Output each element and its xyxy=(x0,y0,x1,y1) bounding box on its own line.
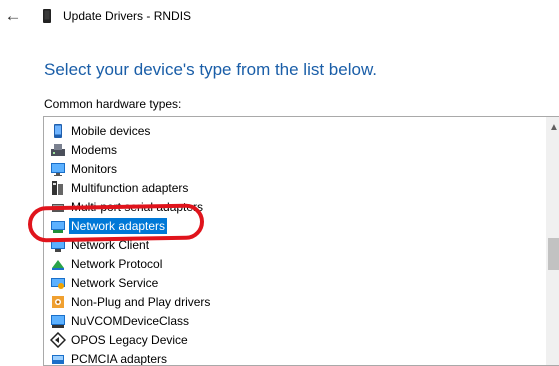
list-item-label: Non-Plug and Play drivers xyxy=(69,294,212,310)
network-client-icon xyxy=(50,237,66,253)
list-item[interactable]: PCMCIA adapters xyxy=(50,349,169,366)
list-item[interactable]: Multi-port serial adapters xyxy=(50,197,205,216)
scroll-up-icon[interactable]: ▲ xyxy=(546,121,559,135)
list-item[interactable]: Network adapters xyxy=(50,216,167,235)
pcmcia-adapter-icon xyxy=(50,351,66,366)
list-item[interactable]: Multifunction adapters xyxy=(50,178,190,197)
list-item[interactable]: Monitors xyxy=(50,159,119,178)
list-item-label: Monitors xyxy=(69,161,119,177)
opos-device-icon xyxy=(50,332,66,348)
list-item-label: Modems xyxy=(69,142,119,158)
device-class-icon xyxy=(50,313,66,329)
list-item[interactable]: Non-Plug and Play drivers xyxy=(50,292,212,311)
list-item-label: Network Protocol xyxy=(69,256,164,272)
list-item-label: PCMCIA adapters xyxy=(69,351,169,366)
modem-icon xyxy=(50,142,66,158)
list-item[interactable]: Modems xyxy=(50,140,119,159)
mobile-device-icon xyxy=(50,123,66,139)
network-service-icon xyxy=(50,275,66,291)
device-icon xyxy=(42,9,52,28)
hardware-types-list[interactable]: Mobile devices Modems Monitors Multifunctio… xyxy=(43,116,559,366)
scrollbar-thumb[interactable] xyxy=(548,238,559,270)
monitor-icon xyxy=(50,161,66,177)
list-item-label: Network adapters xyxy=(69,218,167,234)
multifunction-adapter-icon xyxy=(50,180,66,196)
list-item-label: Mobile devices xyxy=(69,123,152,139)
network-protocol-icon xyxy=(50,256,66,272)
page-heading: Select your device's type from the list … xyxy=(44,60,377,80)
list-item[interactable]: Network Client xyxy=(50,235,151,254)
vertical-scrollbar[interactable]: ▲ xyxy=(546,117,559,365)
non-pnp-driver-icon xyxy=(50,294,66,310)
list-item-label: NuVCOMDeviceClass xyxy=(69,313,191,329)
window-title: Update Drivers - RNDIS xyxy=(63,9,191,23)
serial-adapter-icon xyxy=(50,199,66,215)
list-item[interactable]: Network Protocol xyxy=(50,254,164,273)
list-item-label: Multi-port serial adapters xyxy=(69,199,205,215)
network-adapter-icon xyxy=(50,218,66,234)
list-item[interactable]: NuVCOMDeviceClass xyxy=(50,311,191,330)
back-arrow-icon[interactable]: ← xyxy=(2,5,24,27)
list-item[interactable]: Mobile devices xyxy=(50,121,152,140)
list-item[interactable]: OPOS Legacy Device xyxy=(50,330,190,349)
hardware-types-label: Common hardware types: xyxy=(44,97,181,111)
list-item-label: OPOS Legacy Device xyxy=(69,332,190,348)
list-item[interactable]: Network Service xyxy=(50,273,160,292)
list-item-label: Multifunction adapters xyxy=(69,180,190,196)
list-item-label: Network Client xyxy=(69,237,151,253)
list-item-label: Network Service xyxy=(69,275,160,291)
